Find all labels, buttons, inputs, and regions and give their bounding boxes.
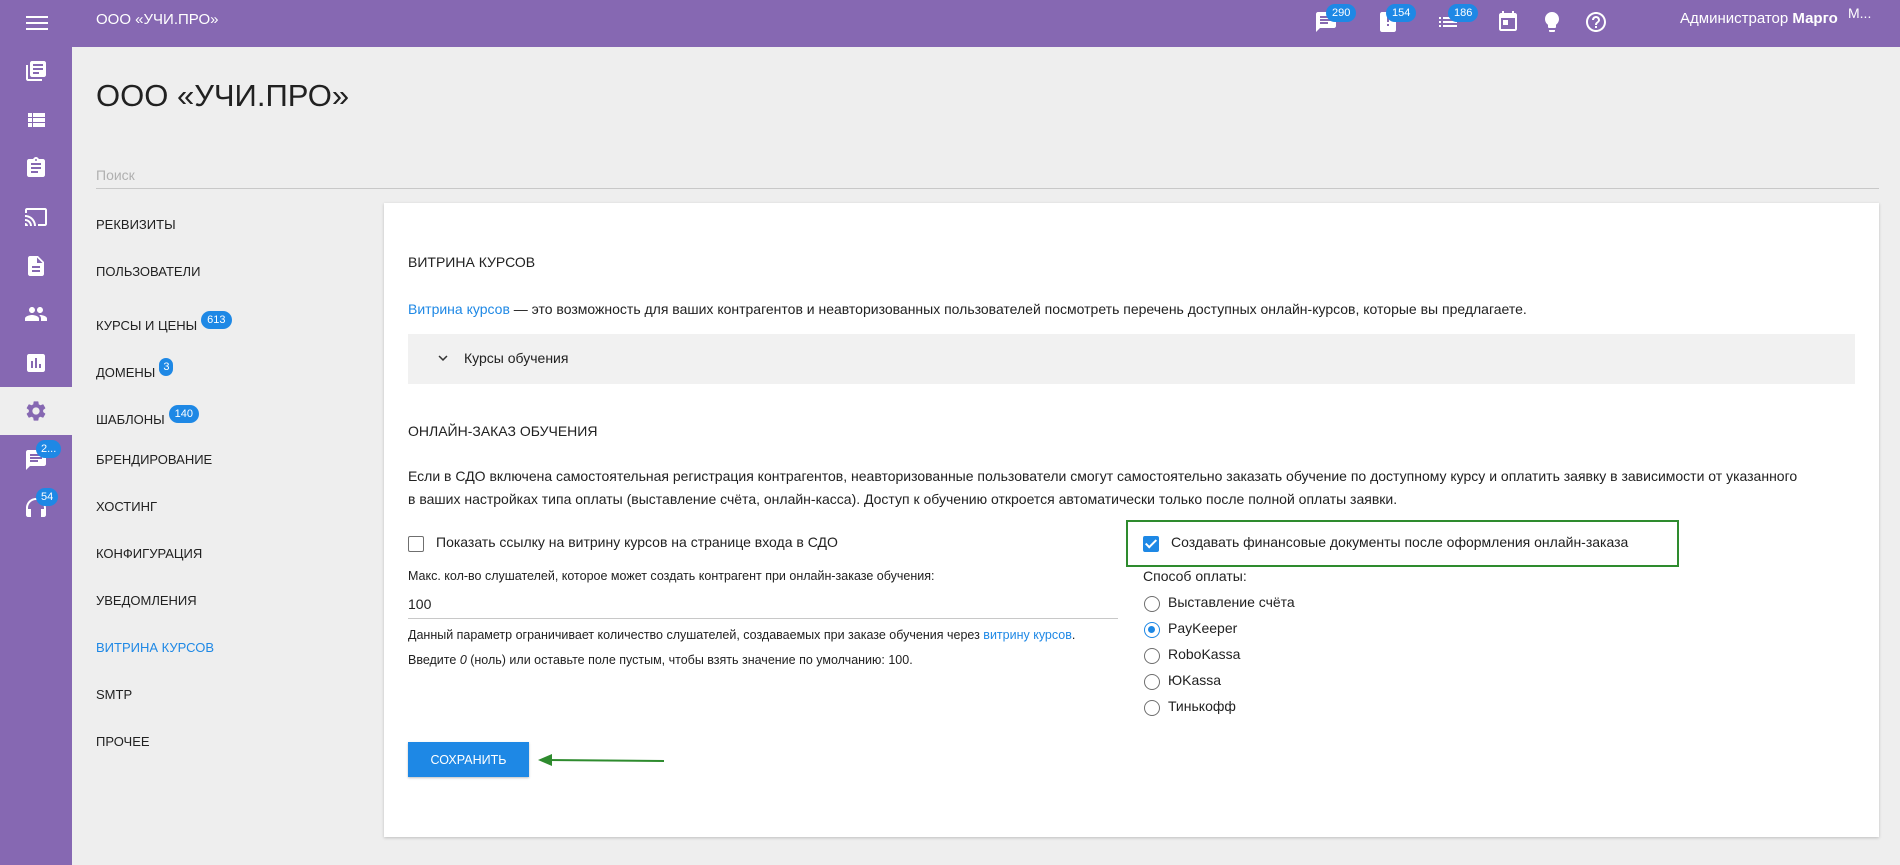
search-input[interactable] — [96, 163, 1879, 189]
rail-assignment-icon[interactable] — [0, 144, 72, 192]
radio-robokassa[interactable] — [1144, 648, 1160, 664]
show-link-label: Показать ссылку на витрину курсов на стр… — [436, 534, 838, 550]
nav-badge-domains: 3 — [159, 358, 174, 376]
save-button[interactable]: СОХРАНИТЬ — [408, 742, 529, 777]
nav-item-templates[interactable]: ШАБЛОНЫ 140 — [96, 405, 200, 427]
calendar-icon[interactable] — [1494, 8, 1522, 36]
org-name: ООО «УЧИ.ПРО» — [96, 11, 219, 28]
payment-method-label: Способ оплаты: — [1143, 568, 1247, 584]
nav-badge-courses: 613 — [201, 311, 232, 329]
rail-users-icon[interactable] — [0, 290, 72, 338]
rail-document-icon[interactable] — [0, 242, 72, 290]
tasks-badge: 154 — [1386, 4, 1417, 22]
rail-courses-icon[interactable] — [0, 47, 72, 95]
create-docs-label: Создавать финансовые документы после офо… — [1171, 534, 1629, 550]
reports-badge: 186 — [1448, 4, 1479, 22]
nav-item-branding[interactable]: БРЕНДИРОВАНИЕ — [96, 452, 212, 467]
rail-list-icon[interactable] — [0, 96, 72, 144]
messages-icon[interactable]: 290 — [1312, 4, 1357, 36]
rail-settings-icon[interactable] — [0, 387, 72, 435]
radio-invoice[interactable] — [1144, 596, 1160, 612]
nav-item-users[interactable]: ПОЛЬЗОВАТЕЛИ — [96, 264, 200, 279]
radio-yukassa[interactable] — [1144, 674, 1160, 690]
top-app-bar: ООО «УЧИ.ПРО» 290 154 186 Администратор … — [0, 0, 1900, 47]
rail-webinar-icon[interactable] — [0, 193, 72, 241]
max-listeners-input[interactable] — [408, 592, 1118, 619]
nav-item-smtp[interactable]: SMTP — [96, 687, 132, 702]
nav-item-notifications[interactable]: УВЕДОМЛЕНИЯ — [96, 593, 197, 608]
tasks-icon[interactable]: 154 — [1374, 4, 1417, 36]
lightbulb-icon[interactable] — [1538, 8, 1566, 36]
nav-item-configuration[interactable]: КОНФИГУРАЦИЯ — [96, 546, 202, 561]
rail-analytics-icon[interactable] — [0, 339, 72, 387]
showcase-link[interactable]: Витрина курсов — [408, 301, 510, 317]
avatar[interactable]: M... — [1848, 5, 1900, 21]
nav-item-showcase[interactable]: ВИТРИНА КУРСОВ — [96, 640, 214, 655]
accordion-label: Курсы обучения — [464, 350, 569, 366]
courses-accordion[interactable]: Курсы обучения — [408, 334, 1855, 384]
radio-tinkoff-label: Тинькофф — [1168, 698, 1236, 714]
user-role: Администратор — [1680, 10, 1789, 27]
radio-yukassa-label: ЮKassa — [1168, 672, 1222, 688]
online-order-section-title: ОНЛАЙН-ЗАКАЗ ОБУЧЕНИЯ — [408, 423, 598, 439]
nav-item-courses-prices[interactable]: КУРСЫ И ЦЕНЫ 613 — [96, 311, 232, 333]
default-value-hint: Введите 0 (ноль) или оставьте поле пусты… — [408, 653, 913, 667]
messages-badge: 290 — [1326, 4, 1357, 22]
radio-invoice-label: Выставление счёта — [1168, 594, 1295, 610]
nav-item-domains[interactable]: ДОМЕНЫ 3 — [96, 358, 174, 380]
user-name: Марго — [1792, 10, 1838, 27]
rail-support-badge: 54 — [36, 488, 59, 506]
rail-chat-badge: 2... — [36, 440, 62, 458]
show-link-checkbox[interactable] — [408, 536, 424, 552]
radio-tinkoff[interactable] — [1144, 700, 1160, 716]
chevron-down-icon — [434, 349, 452, 367]
nav-item-other[interactable]: ПРОЧЕЕ — [96, 734, 150, 749]
max-listeners-hint: Данный параметр ограничивает количество … — [408, 628, 1076, 642]
nav-item-hosting[interactable]: ХОСТИНГ — [96, 499, 157, 514]
left-rail: 2... 54 — [0, 47, 72, 865]
nav-item-requisites[interactable]: РЕКВИЗИТЫ — [96, 217, 176, 232]
help-icon[interactable] — [1582, 8, 1610, 36]
rail-chat-icon[interactable]: 2... — [0, 436, 72, 484]
radio-robokassa-label: RoboKassa — [1168, 646, 1241, 662]
page-title: ООО «УЧИ.ПРО» — [96, 78, 350, 113]
radio-paykeeper-label: PayKeeper — [1168, 620, 1238, 636]
rail-support-icon[interactable]: 54 — [0, 484, 72, 532]
hint-showcase-link[interactable]: витрину курсов — [983, 628, 1072, 642]
showcase-description: Витрина курсов — это возможность для ваш… — [408, 301, 1527, 317]
reports-icon[interactable]: 186 — [1434, 4, 1479, 36]
radio-paykeeper[interactable] — [1144, 622, 1160, 638]
user-menu[interactable]: Администратор Марго — [1680, 10, 1838, 27]
arrow-annotation-icon — [538, 754, 665, 766]
create-docs-checkbox[interactable] — [1143, 536, 1159, 552]
settings-card: ВИТРИНА КУРСОВ Витрина курсов — это возм… — [384, 203, 1879, 837]
max-listeners-label: Макс. кол-во слушателей, которое может с… — [408, 569, 935, 583]
hamburger-menu-icon[interactable] — [26, 12, 48, 34]
nav-badge-templates: 140 — [168, 405, 200, 423]
showcase-section-title: ВИТРИНА КУРСОВ — [408, 254, 536, 270]
online-order-description: Если в СДО включена самостоятельная реги… — [408, 468, 1798, 507]
